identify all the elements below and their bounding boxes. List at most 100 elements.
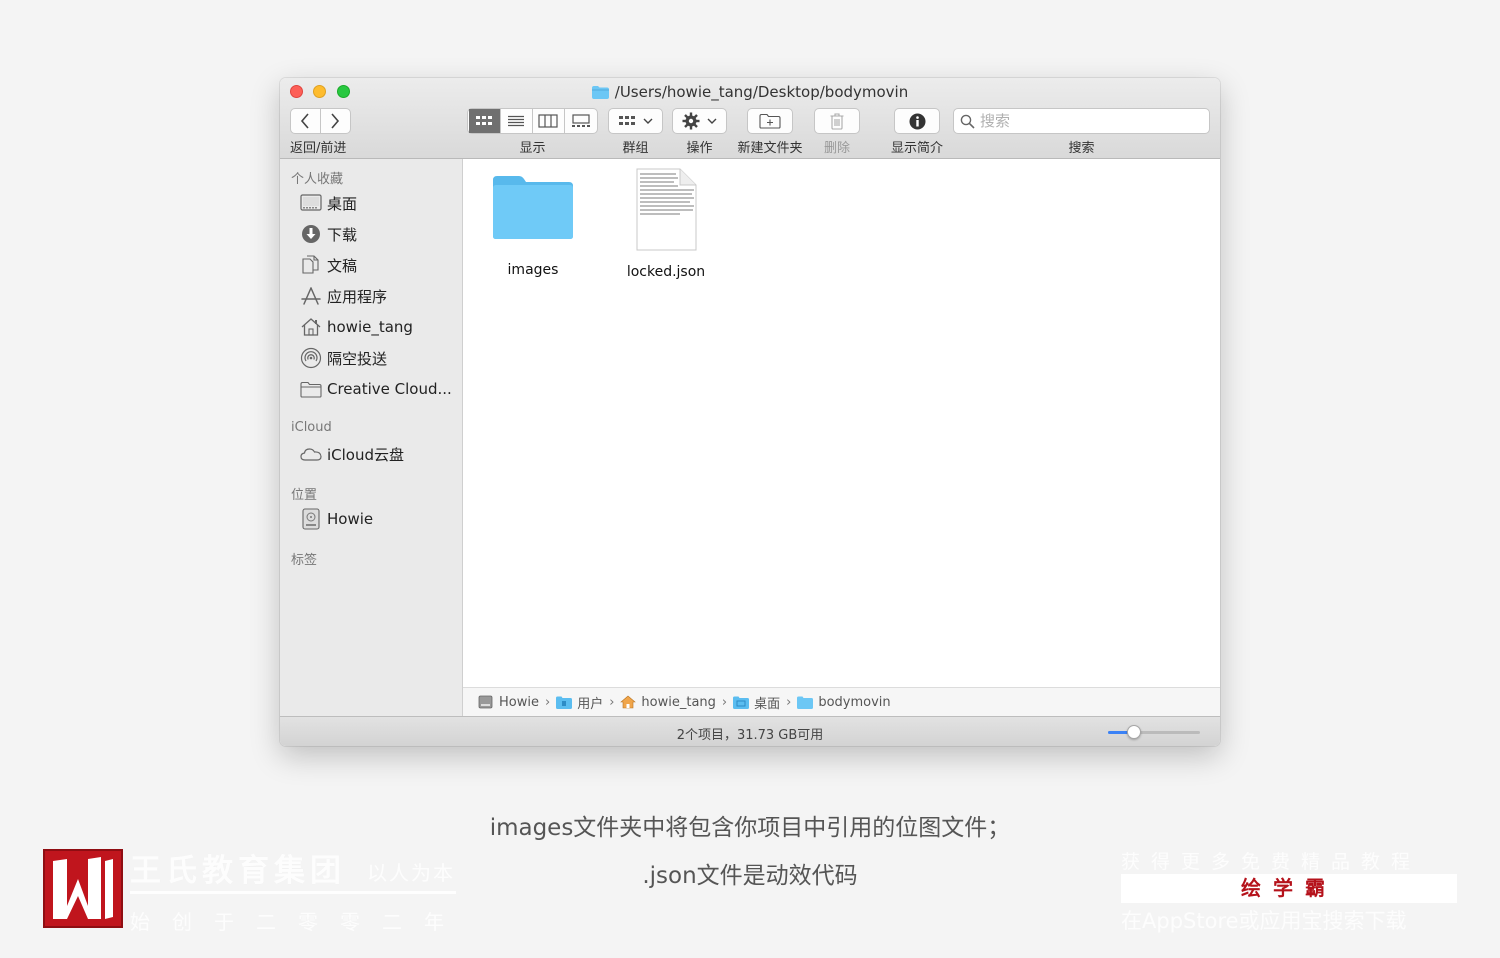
folder-icon — [797, 695, 814, 709]
grid-icon — [476, 116, 492, 125]
search-label: 搜索 — [1068, 141, 1095, 156]
sidebar-item-downloads[interactable]: 下载 — [300, 222, 357, 246]
sidebar-item-label: howie_tang — [327, 318, 413, 336]
new-folder-label: 新建文件夹 — [737, 141, 803, 156]
action-button[interactable] — [672, 108, 727, 134]
file-item-locked-json[interactable]: locked.json — [611, 168, 721, 280]
path-crumb-desktop[interactable]: 桌面 — [733, 693, 780, 712]
brand-name: 王氏教育集团 — [130, 853, 346, 889]
sidebar-item-label: 应用程序 — [327, 287, 388, 306]
chevron-right-icon — [331, 113, 340, 129]
sidebar-header-favorites: 个人收藏 — [291, 172, 344, 187]
sidebar-header-tags: 标签 — [291, 553, 318, 568]
home-icon — [620, 695, 637, 709]
home-icon — [300, 316, 322, 338]
sidebar-item-desktop[interactable]: 桌面 — [300, 191, 357, 215]
trash-icon — [830, 112, 844, 130]
sidebar-item-icloud-drive[interactable]: iCloud云盘 — [300, 442, 404, 466]
delete-label: 删除 — [823, 141, 850, 156]
desktop-icon — [300, 192, 322, 214]
sidebar-item-airdrop[interactable]: 隔空投送 — [300, 346, 387, 370]
path-crumb-label: 桌面 — [754, 696, 781, 712]
airdrop-icon — [300, 347, 322, 369]
column-view-button[interactable] — [533, 109, 565, 133]
promo-bottom-text: 在AppStore或应用宝搜索下载 — [1121, 909, 1407, 933]
brand-logo — [43, 849, 123, 928]
nav-buttons — [290, 108, 351, 134]
path-crumb-label: bodymovin — [818, 694, 891, 710]
sidebar-item-label: iCloud云盘 — [327, 445, 405, 464]
search-field[interactable] — [953, 108, 1210, 134]
sidebar-item-label: 下载 — [327, 225, 358, 244]
folder-icon — [493, 176, 573, 239]
sidebar: 个人收藏 桌面 下载 文稿 应用程序 howie_tang 隔空投送 Creat… — [280, 159, 463, 716]
brand-subtitle: 始创于二零零二年 — [130, 910, 466, 934]
brand-slogan: 以人为本 — [367, 861, 455, 885]
promo-top-text: 获得更多免费精品教程 — [1121, 851, 1422, 873]
action-label: 操作 — [686, 141, 713, 156]
path-crumb-home[interactable]: howie_tang — [620, 695, 716, 710]
path-bar: Howie › 用户 › howie_tang › 桌面 › bodymovin — [463, 687, 1220, 716]
slider-thumb[interactable] — [1126, 725, 1141, 739]
sidebar-item-label: 隔空投送 — [327, 349, 388, 368]
group-grid-icon — [619, 116, 635, 125]
delete-button[interactable] — [814, 108, 860, 134]
documents-icon — [300, 254, 322, 276]
status-bar: 2个项目，31.73 GB可用 — [280, 716, 1220, 746]
toolbar: /Users/howie_tang/Desktop/bodymovin 返回/前… — [280, 78, 1220, 159]
sidebar-item-home[interactable]: howie_tang — [300, 315, 413, 339]
chevron-right-icon: › — [786, 694, 792, 710]
file-name: images — [507, 262, 559, 278]
hard-drive-icon — [478, 695, 494, 709]
path-crumb-users[interactable]: 用户 — [556, 693, 603, 712]
back-button[interactable] — [291, 109, 321, 133]
sidebar-item-documents[interactable]: 文稿 — [300, 253, 357, 277]
gallery-icon — [571, 114, 590, 127]
icon-view-button[interactable] — [468, 109, 501, 133]
forward-button[interactable] — [321, 109, 350, 133]
sidebar-item-label: 桌面 — [327, 194, 358, 213]
path-crumb-label: howie_tang — [641, 694, 716, 710]
json-file-icon — [636, 168, 697, 251]
sidebar-header-locations: 位置 — [291, 488, 318, 503]
gallery-view-button[interactable] — [565, 109, 597, 133]
sidebar-item-label: 文稿 — [327, 256, 358, 275]
chevron-right-icon: › — [544, 694, 551, 710]
chevron-right-icon: › — [609, 694, 615, 710]
file-item-images[interactable]: images — [483, 174, 583, 278]
folder-icon — [591, 86, 609, 99]
sidebar-item-label: Creative Cloud... — [327, 380, 452, 398]
view-segmented-control — [467, 108, 598, 134]
group-label: 群组 — [622, 141, 649, 156]
new-folder-icon — [759, 113, 781, 129]
path-crumb-bodymovin[interactable]: bodymovin — [797, 694, 891, 710]
sidebar-item-howie[interactable]: Howie — [300, 507, 373, 531]
sidebar-item-applications[interactable]: 应用程序 — [300, 284, 387, 308]
path-crumb-label: Howie — [499, 694, 539, 710]
icon-size-slider[interactable] — [1108, 725, 1200, 739]
chevron-left-icon — [301, 113, 309, 129]
search-input[interactable] — [980, 112, 1200, 130]
cloud-icon — [300, 443, 322, 465]
path-crumb-label: 用户 — [577, 696, 604, 712]
nav-label: 返回/前进 — [290, 141, 347, 156]
list-icon — [508, 115, 524, 127]
brand-divider — [130, 891, 456, 894]
sidebar-item-creative-cloud[interactable]: Creative Cloud... — [300, 377, 452, 401]
caption-line-1: images文件夹中将包含你项目中引用的位图文件； — [489, 815, 1011, 841]
list-view-button[interactable] — [501, 109, 533, 133]
search-icon — [960, 114, 975, 129]
group-button[interactable] — [608, 108, 663, 134]
users-folder-icon — [556, 695, 573, 709]
path-crumb-howie[interactable]: Howie — [478, 695, 539, 710]
info-label: 显示简介 — [890, 141, 943, 156]
info-button[interactable] — [894, 108, 940, 134]
view-label: 显示 — [519, 141, 546, 156]
chevron-down-icon — [643, 118, 653, 124]
window-title-text: /Users/howie_tang/Desktop/bodymovin — [614, 83, 909, 101]
download-icon — [300, 223, 322, 245]
desktop-folder-icon — [733, 695, 750, 709]
folder-icon — [300, 378, 322, 400]
new-folder-button[interactable] — [747, 108, 793, 134]
chevron-right-icon: › — [721, 694, 728, 710]
